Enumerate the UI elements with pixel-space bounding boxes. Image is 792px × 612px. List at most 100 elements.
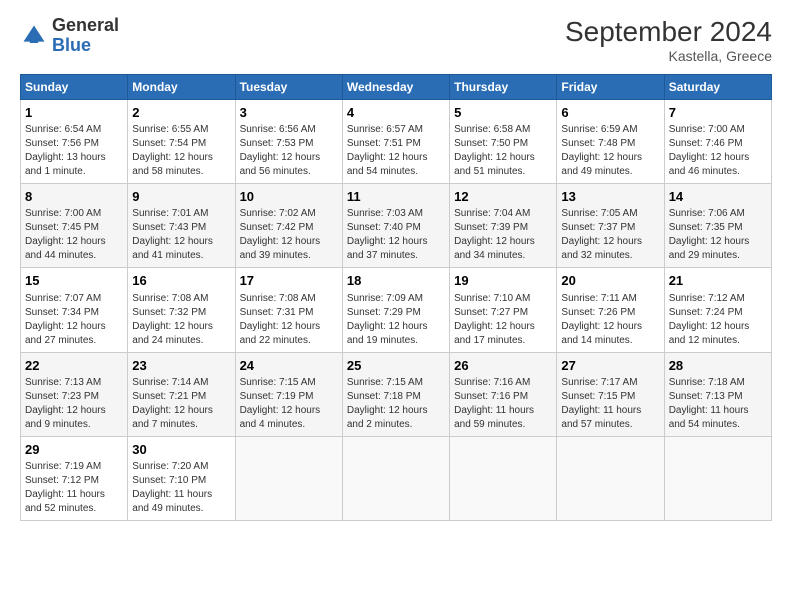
day-info-line: and 27 minutes. xyxy=(25,334,123,348)
weekday-saturday: Saturday xyxy=(664,75,771,100)
day-info-line: Sunset: 7:21 PM xyxy=(132,390,230,404)
day-info-line: Daylight: 12 hours xyxy=(240,320,338,334)
day-info-line: Daylight: 12 hours xyxy=(454,235,552,249)
calendar-cell: 4Sunrise: 6:57 AMSunset: 7:51 PMDaylight… xyxy=(342,100,449,184)
day-number: 26 xyxy=(454,357,552,375)
day-info-line: Daylight: 12 hours xyxy=(347,404,445,418)
day-info-line: Daylight: 12 hours xyxy=(561,235,659,249)
day-info-line: Daylight: 12 hours xyxy=(561,320,659,334)
day-info-line: Daylight: 11 hours xyxy=(561,404,659,418)
day-number: 12 xyxy=(454,188,552,206)
logo: General Blue xyxy=(20,16,119,56)
calendar-cell: 19Sunrise: 7:10 AMSunset: 7:27 PMDayligh… xyxy=(450,268,557,352)
day-info-line: and 9 minutes. xyxy=(25,418,123,432)
day-info-line: Sunset: 7:34 PM xyxy=(25,306,123,320)
weekday-monday: Monday xyxy=(128,75,235,100)
day-info-line: Sunrise: 7:11 AM xyxy=(561,292,659,306)
day-info-line: Sunset: 7:16 PM xyxy=(454,390,552,404)
day-info-line: and 46 minutes. xyxy=(669,165,767,179)
calendar-cell: 11Sunrise: 7:03 AMSunset: 7:40 PMDayligh… xyxy=(342,184,449,268)
day-info-line: and 34 minutes. xyxy=(454,249,552,263)
calendar-cell: 9Sunrise: 7:01 AMSunset: 7:43 PMDaylight… xyxy=(128,184,235,268)
day-info-line: Sunset: 7:37 PM xyxy=(561,221,659,235)
day-info-line: Sunset: 7:35 PM xyxy=(669,221,767,235)
logo-blue: Blue xyxy=(52,35,91,55)
day-info-line: Sunset: 7:39 PM xyxy=(454,221,552,235)
day-info-line: Daylight: 12 hours xyxy=(454,151,552,165)
calendar-cell: 30Sunrise: 7:20 AMSunset: 7:10 PMDayligh… xyxy=(128,436,235,520)
day-number: 6 xyxy=(561,104,659,122)
calendar-cell: 25Sunrise: 7:15 AMSunset: 7:18 PMDayligh… xyxy=(342,352,449,436)
calendar-week-row: 8Sunrise: 7:00 AMSunset: 7:45 PMDaylight… xyxy=(21,184,772,268)
day-info-line: and 19 minutes. xyxy=(347,334,445,348)
day-info-line: Sunset: 7:40 PM xyxy=(347,221,445,235)
calendar-cell: 22Sunrise: 7:13 AMSunset: 7:23 PMDayligh… xyxy=(21,352,128,436)
day-info-line: Sunset: 7:24 PM xyxy=(669,306,767,320)
day-info-line: Daylight: 12 hours xyxy=(454,320,552,334)
calendar-cell: 29Sunrise: 7:19 AMSunset: 7:12 PMDayligh… xyxy=(21,436,128,520)
day-info-line: and 2 minutes. xyxy=(347,418,445,432)
day-info-line: and 44 minutes. xyxy=(25,249,123,263)
day-info-line: Sunset: 7:27 PM xyxy=(454,306,552,320)
day-info-line: Daylight: 11 hours xyxy=(669,404,767,418)
page: General Blue September 2024 Kastella, Gr… xyxy=(0,0,792,533)
day-number: 29 xyxy=(25,441,123,459)
calendar-cell: 20Sunrise: 7:11 AMSunset: 7:26 PMDayligh… xyxy=(557,268,664,352)
title-block: September 2024 Kastella, Greece xyxy=(565,16,772,64)
day-info-line: Daylight: 11 hours xyxy=(132,488,230,502)
day-info-line: and 12 minutes. xyxy=(669,334,767,348)
day-info-line: and 29 minutes. xyxy=(669,249,767,263)
day-info-line: Sunrise: 7:19 AM xyxy=(25,460,123,474)
calendar-cell: 23Sunrise: 7:14 AMSunset: 7:21 PMDayligh… xyxy=(128,352,235,436)
day-info-line: and 54 minutes. xyxy=(347,165,445,179)
day-info-line: Sunrise: 7:15 AM xyxy=(347,376,445,390)
day-info-line: Daylight: 12 hours xyxy=(561,151,659,165)
day-number: 25 xyxy=(347,357,445,375)
day-info-line: Sunset: 7:31 PM xyxy=(240,306,338,320)
day-info-line: and 41 minutes. xyxy=(132,249,230,263)
day-info-line: Sunset: 7:56 PM xyxy=(25,137,123,151)
day-number: 4 xyxy=(347,104,445,122)
day-info-line: and 49 minutes. xyxy=(132,502,230,516)
day-number: 1 xyxy=(25,104,123,122)
day-info-line: Sunrise: 7:06 AM xyxy=(669,207,767,221)
calendar-cell: 17 Sunrise: 7:08 AMSunset: 7:31 PMDayligh… xyxy=(235,268,342,352)
day-info-line: Sunrise: 6:58 AM xyxy=(454,123,552,137)
day-info-line: Sunset: 7:46 PM xyxy=(669,137,767,151)
day-info-line: Daylight: 12 hours xyxy=(240,235,338,249)
day-info-line: and 56 minutes. xyxy=(240,165,338,179)
day-info-line: Sunrise: 7:03 AM xyxy=(347,207,445,221)
weekday-friday: Friday xyxy=(557,75,664,100)
day-number: 7 xyxy=(669,104,767,122)
day-info-line: Sunrise: 6:57 AM xyxy=(347,123,445,137)
day-info-line: Sunrise: 7:15 AM xyxy=(240,376,338,390)
day-info-line: Sunrise: 7:05 AM xyxy=(561,207,659,221)
day-number: 30 xyxy=(132,441,230,459)
calendar-cell: 26Sunrise: 7:16 AMSunset: 7:16 PMDayligh… xyxy=(450,352,557,436)
day-info-line: and 22 minutes. xyxy=(240,334,338,348)
day-info-line: Sunset: 7:32 PM xyxy=(132,306,230,320)
day-info-line: Sunset: 7:54 PM xyxy=(132,137,230,151)
weekday-sunday: Sunday xyxy=(21,75,128,100)
day-info-line: Sunset: 7:23 PM xyxy=(25,390,123,404)
day-info-line: Sunrise: 6:56 AM xyxy=(240,123,338,137)
calendar-cell: 15Sunrise: 7:07 AMSunset: 7:34 PMDayligh… xyxy=(21,268,128,352)
day-number: 20 xyxy=(561,272,659,290)
logo-text: General Blue xyxy=(52,16,119,56)
day-number: 17 xyxy=(240,272,338,290)
calendar-week-row: 15Sunrise: 7:07 AMSunset: 7:34 PMDayligh… xyxy=(21,268,772,352)
calendar-header: SundayMondayTuesdayWednesdayThursdayFrid… xyxy=(21,75,772,100)
day-number: 5 xyxy=(454,104,552,122)
day-number: 8 xyxy=(25,188,123,206)
calendar-cell xyxy=(450,436,557,520)
day-info-line: Sunset: 7:42 PM xyxy=(240,221,338,235)
day-number: 15 xyxy=(25,272,123,290)
day-info-line: Sunrise: 7:09 AM xyxy=(347,292,445,306)
calendar-cell xyxy=(342,436,449,520)
calendar-week-row: 22Sunrise: 7:13 AMSunset: 7:23 PMDayligh… xyxy=(21,352,772,436)
day-info-line: Sunrise: 7:08 AM xyxy=(132,292,230,306)
calendar-cell: 28Sunrise: 7:18 AMSunset: 7:13 PMDayligh… xyxy=(664,352,771,436)
day-info-line: Sunrise: 7:08 AM xyxy=(240,292,338,306)
day-info-line: Sunrise: 7:16 AM xyxy=(454,376,552,390)
calendar-cell xyxy=(664,436,771,520)
